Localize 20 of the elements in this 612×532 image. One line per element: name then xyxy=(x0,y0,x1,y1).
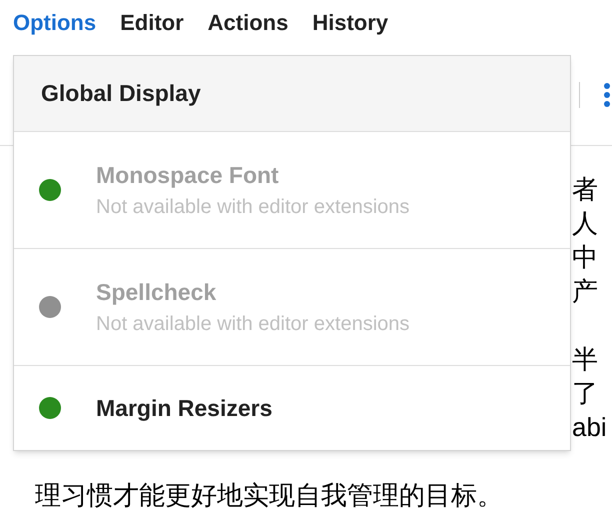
more-icon[interactable] xyxy=(604,82,610,106)
option-label: Spellcheck xyxy=(96,278,218,307)
menu-item[interactable]: Editor xyxy=(120,6,184,38)
menu-item[interactable]: History xyxy=(312,6,388,38)
editor-text: 人 xyxy=(572,208,598,238)
option-description: Not available with editor extensions xyxy=(96,312,410,338)
editor-text: abi xyxy=(572,412,607,442)
option-label: Margin Resizers xyxy=(96,394,272,423)
editor-text: 中 xyxy=(572,242,598,272)
editor-text: 半 xyxy=(572,344,598,374)
menu-item[interactable]: Options xyxy=(13,6,96,38)
menu-option[interactable]: Margin Resizers xyxy=(14,366,570,450)
menu-item[interactable]: Actions xyxy=(208,6,288,38)
option-label: Monospace Font xyxy=(96,160,280,190)
editor-text: 理习惯才能更好地实现自我管理的目标。 xyxy=(35,480,503,510)
option-description: Not available with editor extensions xyxy=(96,195,410,220)
editor-text: 产 xyxy=(572,276,598,306)
editor-text: 了 xyxy=(572,378,598,408)
editor-text: 者 xyxy=(572,174,598,204)
dropdown-title: Global Display xyxy=(41,79,201,108)
